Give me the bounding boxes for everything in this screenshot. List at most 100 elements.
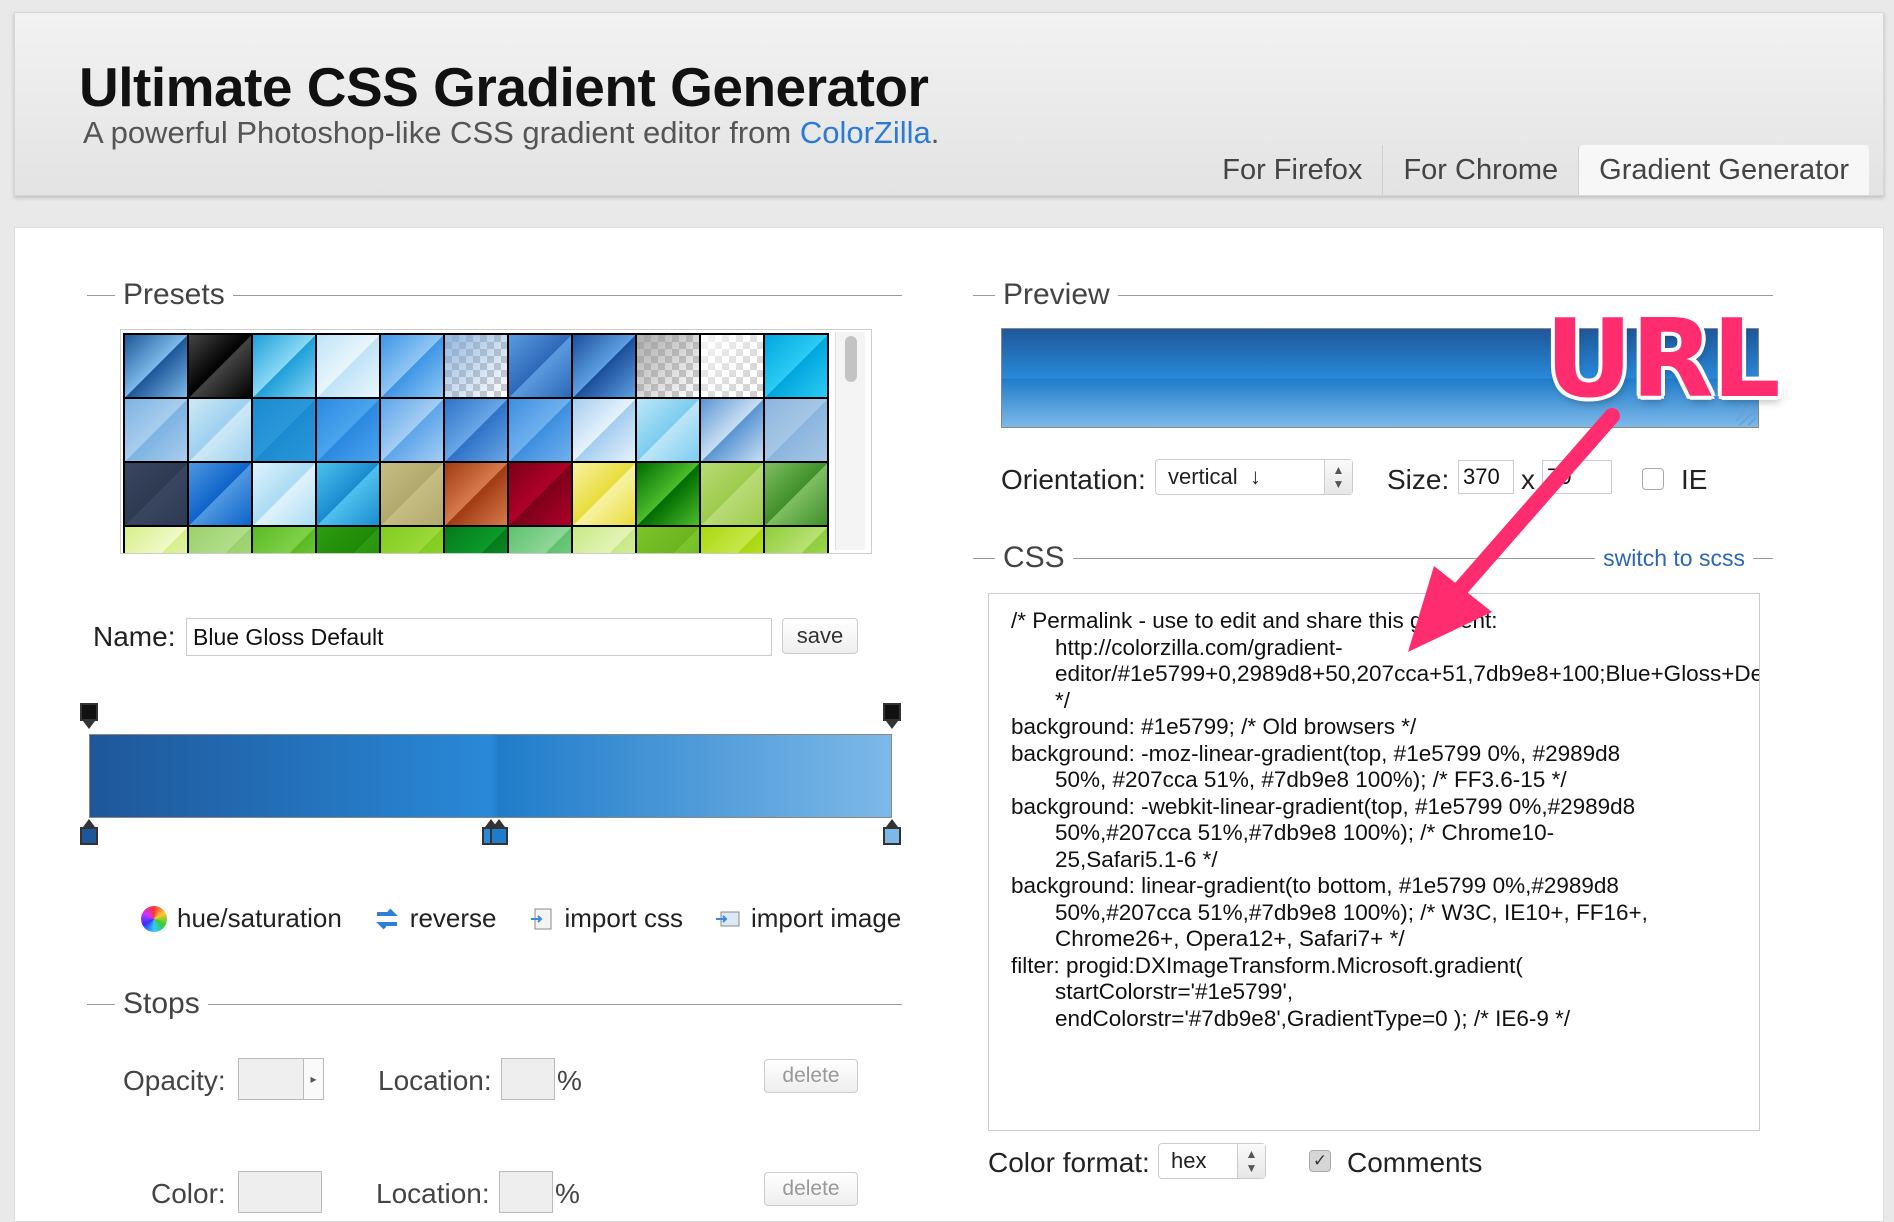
import-css-tool[interactable]: import css <box>529 903 683 934</box>
preset-swatch[interactable] <box>317 399 379 461</box>
preset-swatch[interactable] <box>509 399 571 461</box>
preset-swatch[interactable] <box>573 399 635 461</box>
tool-label: reverse <box>409 903 497 933</box>
hue-saturation-tool[interactable]: hue/saturation <box>141 903 342 934</box>
nav-tab-firefox[interactable]: For Firefox <box>1202 145 1382 195</box>
color-stop-marker[interactable] <box>80 819 98 845</box>
preset-swatch[interactable] <box>637 399 699 461</box>
opacity-stepper[interactable]: ▸ <box>238 1058 324 1100</box>
title-rule <box>232 294 902 296</box>
gradient-name-input[interactable] <box>186 618 772 656</box>
preset-swatch[interactable] <box>765 335 827 397</box>
preset-swatch[interactable] <box>637 463 699 525</box>
preset-swatch[interactable] <box>573 527 635 553</box>
save-button[interactable]: save <box>782 618 858 654</box>
color-stop-marker[interactable] <box>883 819 901 845</box>
title-dash <box>973 557 995 559</box>
color-format-value: hex <box>1171 1148 1207 1173</box>
preset-swatch[interactable] <box>189 463 251 525</box>
preset-swatch[interactable] <box>445 335 507 397</box>
gradient-bar[interactable] <box>89 734 892 818</box>
css-line: */ <box>1055 687 1071 713</box>
delete-color-stop-button[interactable]: delete <box>764 1172 858 1206</box>
preset-swatch[interactable] <box>317 527 379 553</box>
tool-label: hue/saturation <box>177 903 342 933</box>
preset-swatch[interactable] <box>573 335 635 397</box>
comments-checkbox[interactable]: ✓ <box>1309 1150 1331 1172</box>
presets-title: Presets <box>123 278 225 311</box>
color-stop-marker[interactable] <box>489 819 508 845</box>
title-dash <box>87 1003 115 1005</box>
opacity-location-input[interactable] <box>501 1058 555 1100</box>
css-line: http://colorzilla.com/gradient- <box>1055 634 1343 660</box>
opacity-stop-right[interactable] <box>883 703 901 729</box>
import-css-icon <box>529 906 555 932</box>
ie-checkbox[interactable] <box>1642 468 1664 490</box>
opacity-stop-pointer <box>886 721 898 729</box>
preset-swatch[interactable] <box>189 399 251 461</box>
preset-swatch[interactable] <box>701 527 763 553</box>
preset-swatch[interactable] <box>637 527 699 553</box>
presets-grid <box>123 333 829 553</box>
size-label: Size: <box>1387 464 1450 495</box>
color-swatch-input[interactable] <box>238 1171 322 1213</box>
title-rule <box>207 1003 902 1005</box>
preset-swatch[interactable] <box>509 463 571 525</box>
stop-pointer <box>492 819 505 827</box>
css-output[interactable]: /* Permalink - use to edit and share thi… <box>988 593 1760 1131</box>
preset-swatch[interactable] <box>317 335 379 397</box>
top-nav: For Firefox For Chrome Gradient Generato… <box>1202 145 1869 195</box>
preset-swatch[interactable] <box>253 335 315 397</box>
preset-swatch[interactable] <box>125 335 187 397</box>
preset-swatch[interactable] <box>509 335 571 397</box>
css-line: 50%,#207cca 51%,#7db9e8 100%); /* Chrome… <box>1055 820 1555 845</box>
import-image-tool[interactable]: import image <box>715 903 901 934</box>
nav-tab-chrome[interactable]: For Chrome <box>1382 145 1578 195</box>
preset-swatch[interactable] <box>445 463 507 525</box>
size-height-input[interactable] <box>1542 460 1612 494</box>
preset-swatch[interactable] <box>317 463 379 525</box>
preset-swatch[interactable] <box>381 335 443 397</box>
preset-swatch[interactable] <box>765 463 827 525</box>
preset-swatch[interactable] <box>381 399 443 461</box>
preset-swatch[interactable] <box>189 335 251 397</box>
color-label: Color: <box>151 1178 226 1209</box>
preset-swatch[interactable] <box>125 527 187 553</box>
tool-label: import image <box>750 903 902 933</box>
gradient-tools: hue/saturation reverse import css import… <box>141 903 901 934</box>
preset-swatch[interactable] <box>189 527 251 553</box>
color-format-select[interactable]: hex ▲ ▼ <box>1158 1143 1266 1179</box>
preset-swatch[interactable] <box>125 463 187 525</box>
stop-pointer <box>83 819 95 827</box>
orientation-value: vertical ↓ <box>1168 464 1261 489</box>
presets-scrollbar[interactable] <box>835 332 865 550</box>
preset-swatch[interactable] <box>253 463 315 525</box>
nav-tab-gradient-generator[interactable]: Gradient Generator <box>1578 145 1869 195</box>
stepper-arrow-icon[interactable]: ▸ <box>303 1059 323 1099</box>
opacity-stop-left[interactable] <box>80 703 98 729</box>
size-width-input[interactable] <box>1458 460 1514 494</box>
reverse-tool[interactable]: reverse <box>374 903 497 934</box>
switch-to-scss-link[interactable]: switch to scss <box>1595 544 1753 572</box>
checkmark-icon: ✓ <box>1312 1151 1328 1170</box>
preset-swatch[interactable] <box>253 527 315 553</box>
preset-swatch[interactable] <box>509 527 571 553</box>
delete-opacity-stop-button[interactable]: delete <box>764 1059 858 1093</box>
preset-swatch[interactable] <box>765 527 827 553</box>
presets-scrollbar-thumb[interactable] <box>845 336 857 382</box>
colorzilla-link[interactable]: ColorZilla <box>800 115 931 150</box>
color-location-input[interactable] <box>499 1171 553 1213</box>
preset-swatch[interactable] <box>701 335 763 397</box>
preset-swatch[interactable] <box>381 527 443 553</box>
orientation-select[interactable]: vertical ↓ ▲ ▼ <box>1155 459 1353 495</box>
preset-swatch[interactable] <box>573 463 635 525</box>
preset-swatch[interactable] <box>637 335 699 397</box>
preset-swatch[interactable] <box>381 463 443 525</box>
preset-swatch[interactable] <box>125 399 187 461</box>
preset-swatch[interactable] <box>701 399 763 461</box>
preset-swatch[interactable] <box>701 463 763 525</box>
preset-swatch[interactable] <box>253 399 315 461</box>
preset-swatch[interactable] <box>765 399 827 461</box>
preset-swatch[interactable] <box>445 399 507 461</box>
preset-swatch[interactable] <box>445 527 507 553</box>
